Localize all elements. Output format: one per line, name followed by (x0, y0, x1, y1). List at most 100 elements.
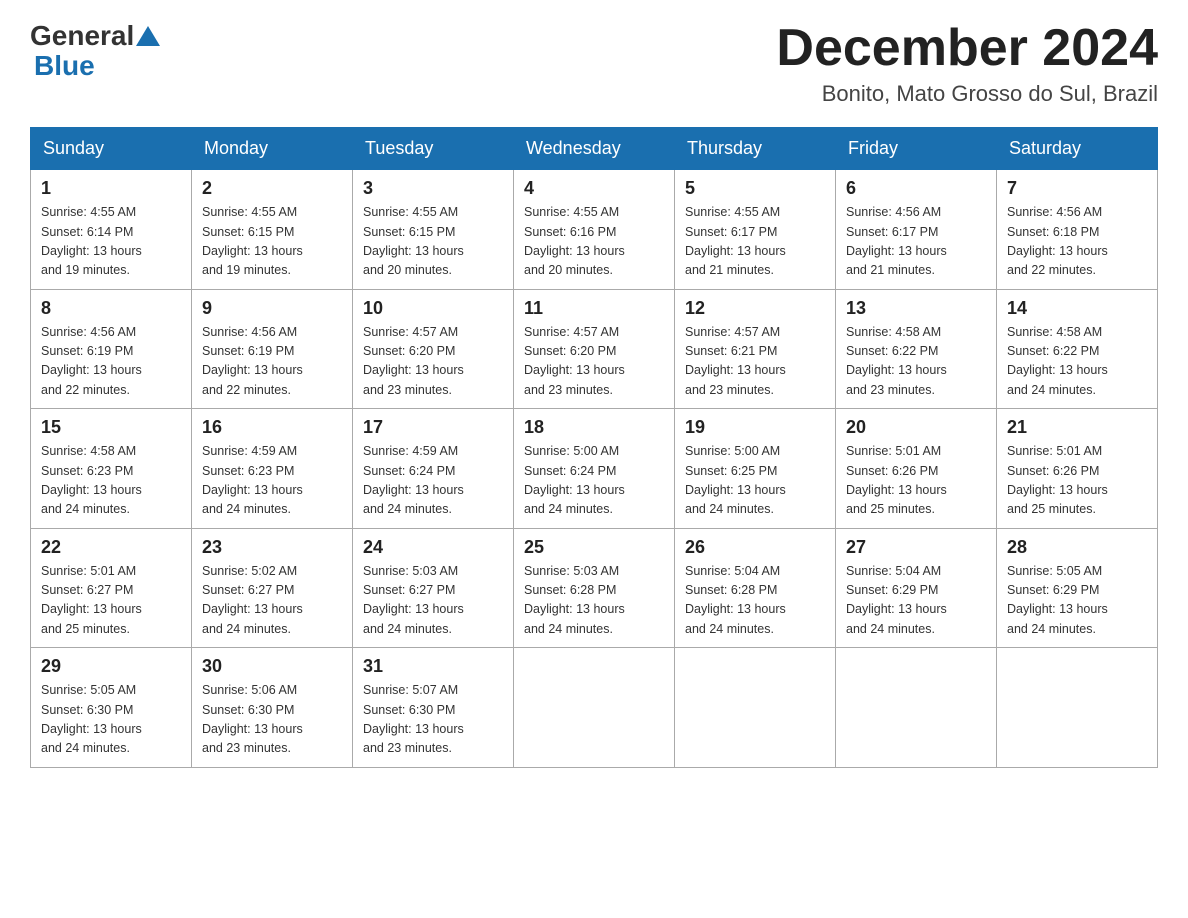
day-info: Sunrise: 4:56 AM Sunset: 6:19 PM Dayligh… (202, 323, 342, 401)
calendar-cell: 25 Sunrise: 5:03 AM Sunset: 6:28 PM Dayl… (514, 528, 675, 648)
day-info: Sunrise: 5:01 AM Sunset: 6:26 PM Dayligh… (1007, 442, 1147, 520)
calendar-cell (836, 648, 997, 768)
day-info: Sunrise: 5:03 AM Sunset: 6:28 PM Dayligh… (524, 562, 664, 640)
day-number: 26 (685, 537, 825, 558)
day-number: 9 (202, 298, 342, 319)
day-number: 6 (846, 178, 986, 199)
day-number: 16 (202, 417, 342, 438)
day-number: 25 (524, 537, 664, 558)
day-info: Sunrise: 4:55 AM Sunset: 6:14 PM Dayligh… (41, 203, 181, 281)
calendar-cell (675, 648, 836, 768)
calendar-cell: 18 Sunrise: 5:00 AM Sunset: 6:24 PM Dayl… (514, 409, 675, 529)
calendar-cell: 19 Sunrise: 5:00 AM Sunset: 6:25 PM Dayl… (675, 409, 836, 529)
day-number: 24 (363, 537, 503, 558)
day-info: Sunrise: 5:02 AM Sunset: 6:27 PM Dayligh… (202, 562, 342, 640)
weekday-header-sunday: Sunday (31, 128, 192, 170)
day-info: Sunrise: 4:57 AM Sunset: 6:20 PM Dayligh… (363, 323, 503, 401)
calendar-week-row: 1 Sunrise: 4:55 AM Sunset: 6:14 PM Dayli… (31, 170, 1158, 290)
day-info: Sunrise: 4:59 AM Sunset: 6:23 PM Dayligh… (202, 442, 342, 520)
calendar-cell: 22 Sunrise: 5:01 AM Sunset: 6:27 PM Dayl… (31, 528, 192, 648)
calendar-cell: 24 Sunrise: 5:03 AM Sunset: 6:27 PM Dayl… (353, 528, 514, 648)
day-info: Sunrise: 4:56 AM Sunset: 6:18 PM Dayligh… (1007, 203, 1147, 281)
calendar-cell: 11 Sunrise: 4:57 AM Sunset: 6:20 PM Dayl… (514, 289, 675, 409)
day-info: Sunrise: 4:58 AM Sunset: 6:22 PM Dayligh… (1007, 323, 1147, 401)
day-number: 3 (363, 178, 503, 199)
calendar-cell: 9 Sunrise: 4:56 AM Sunset: 6:19 PM Dayli… (192, 289, 353, 409)
logo-blue-text: Blue (34, 50, 95, 81)
calendar-cell: 27 Sunrise: 5:04 AM Sunset: 6:29 PM Dayl… (836, 528, 997, 648)
calendar-cell: 6 Sunrise: 4:56 AM Sunset: 6:17 PM Dayli… (836, 170, 997, 290)
day-info: Sunrise: 5:01 AM Sunset: 6:26 PM Dayligh… (846, 442, 986, 520)
day-number: 28 (1007, 537, 1147, 558)
title-section: December 2024 Bonito, Mato Grosso do Sul… (776, 20, 1158, 107)
day-number: 12 (685, 298, 825, 319)
calendar-cell: 17 Sunrise: 4:59 AM Sunset: 6:24 PM Dayl… (353, 409, 514, 529)
logo-triangle-icon (136, 26, 160, 46)
day-info: Sunrise: 5:04 AM Sunset: 6:29 PM Dayligh… (846, 562, 986, 640)
calendar-cell: 28 Sunrise: 5:05 AM Sunset: 6:29 PM Dayl… (997, 528, 1158, 648)
day-number: 20 (846, 417, 986, 438)
day-info: Sunrise: 5:05 AM Sunset: 6:29 PM Dayligh… (1007, 562, 1147, 640)
calendar-cell: 8 Sunrise: 4:56 AM Sunset: 6:19 PM Dayli… (31, 289, 192, 409)
day-info: Sunrise: 4:55 AM Sunset: 6:15 PM Dayligh… (202, 203, 342, 281)
day-number: 2 (202, 178, 342, 199)
day-number: 13 (846, 298, 986, 319)
day-info: Sunrise: 4:55 AM Sunset: 6:16 PM Dayligh… (524, 203, 664, 281)
calendar-cell: 12 Sunrise: 4:57 AM Sunset: 6:21 PM Dayl… (675, 289, 836, 409)
day-info: Sunrise: 5:00 AM Sunset: 6:25 PM Dayligh… (685, 442, 825, 520)
day-info: Sunrise: 5:05 AM Sunset: 6:30 PM Dayligh… (41, 681, 181, 759)
calendar-cell: 29 Sunrise: 5:05 AM Sunset: 6:30 PM Dayl… (31, 648, 192, 768)
weekday-header-thursday: Thursday (675, 128, 836, 170)
day-number: 5 (685, 178, 825, 199)
weekday-header-wednesday: Wednesday (514, 128, 675, 170)
calendar-cell: 10 Sunrise: 4:57 AM Sunset: 6:20 PM Dayl… (353, 289, 514, 409)
day-number: 18 (524, 417, 664, 438)
calendar-week-row: 22 Sunrise: 5:01 AM Sunset: 6:27 PM Dayl… (31, 528, 1158, 648)
day-number: 8 (41, 298, 181, 319)
day-number: 4 (524, 178, 664, 199)
day-number: 15 (41, 417, 181, 438)
calendar-cell: 30 Sunrise: 5:06 AM Sunset: 6:30 PM Dayl… (192, 648, 353, 768)
calendar-cell: 16 Sunrise: 4:59 AM Sunset: 6:23 PM Dayl… (192, 409, 353, 529)
day-info: Sunrise: 5:01 AM Sunset: 6:27 PM Dayligh… (41, 562, 181, 640)
calendar-cell: 7 Sunrise: 4:56 AM Sunset: 6:18 PM Dayli… (997, 170, 1158, 290)
logo-general-text: General (30, 20, 134, 52)
day-number: 27 (846, 537, 986, 558)
weekday-header-row: SundayMondayTuesdayWednesdayThursdayFrid… (31, 128, 1158, 170)
calendar-cell: 5 Sunrise: 4:55 AM Sunset: 6:17 PM Dayli… (675, 170, 836, 290)
calendar-cell: 14 Sunrise: 4:58 AM Sunset: 6:22 PM Dayl… (997, 289, 1158, 409)
day-info: Sunrise: 5:03 AM Sunset: 6:27 PM Dayligh… (363, 562, 503, 640)
day-info: Sunrise: 4:56 AM Sunset: 6:19 PM Dayligh… (41, 323, 181, 401)
calendar-cell (514, 648, 675, 768)
day-number: 10 (363, 298, 503, 319)
day-info: Sunrise: 4:58 AM Sunset: 6:22 PM Dayligh… (846, 323, 986, 401)
calendar-cell: 15 Sunrise: 4:58 AM Sunset: 6:23 PM Dayl… (31, 409, 192, 529)
calendar-cell (997, 648, 1158, 768)
day-info: Sunrise: 5:07 AM Sunset: 6:30 PM Dayligh… (363, 681, 503, 759)
calendar-cell: 23 Sunrise: 5:02 AM Sunset: 6:27 PM Dayl… (192, 528, 353, 648)
day-number: 17 (363, 417, 503, 438)
day-info: Sunrise: 4:57 AM Sunset: 6:21 PM Dayligh… (685, 323, 825, 401)
month-title: December 2024 (776, 20, 1158, 77)
day-number: 19 (685, 417, 825, 438)
day-info: Sunrise: 5:04 AM Sunset: 6:28 PM Dayligh… (685, 562, 825, 640)
location-title: Bonito, Mato Grosso do Sul, Brazil (776, 81, 1158, 107)
day-info: Sunrise: 4:59 AM Sunset: 6:24 PM Dayligh… (363, 442, 503, 520)
calendar-cell: 21 Sunrise: 5:01 AM Sunset: 6:26 PM Dayl… (997, 409, 1158, 529)
day-info: Sunrise: 4:58 AM Sunset: 6:23 PM Dayligh… (41, 442, 181, 520)
calendar-week-row: 29 Sunrise: 5:05 AM Sunset: 6:30 PM Dayl… (31, 648, 1158, 768)
day-number: 22 (41, 537, 181, 558)
calendar-cell: 20 Sunrise: 5:01 AM Sunset: 6:26 PM Dayl… (836, 409, 997, 529)
day-number: 1 (41, 178, 181, 199)
calendar-week-row: 15 Sunrise: 4:58 AM Sunset: 6:23 PM Dayl… (31, 409, 1158, 529)
calendar-cell: 31 Sunrise: 5:07 AM Sunset: 6:30 PM Dayl… (353, 648, 514, 768)
calendar-cell: 2 Sunrise: 4:55 AM Sunset: 6:15 PM Dayli… (192, 170, 353, 290)
day-info: Sunrise: 5:06 AM Sunset: 6:30 PM Dayligh… (202, 681, 342, 759)
day-info: Sunrise: 5:00 AM Sunset: 6:24 PM Dayligh… (524, 442, 664, 520)
calendar-cell: 13 Sunrise: 4:58 AM Sunset: 6:22 PM Dayl… (836, 289, 997, 409)
calendar-cell: 4 Sunrise: 4:55 AM Sunset: 6:16 PM Dayli… (514, 170, 675, 290)
calendar-table: SundayMondayTuesdayWednesdayThursdayFrid… (30, 127, 1158, 768)
calendar-week-row: 8 Sunrise: 4:56 AM Sunset: 6:19 PM Dayli… (31, 289, 1158, 409)
calendar-cell: 3 Sunrise: 4:55 AM Sunset: 6:15 PM Dayli… (353, 170, 514, 290)
weekday-header-saturday: Saturday (997, 128, 1158, 170)
